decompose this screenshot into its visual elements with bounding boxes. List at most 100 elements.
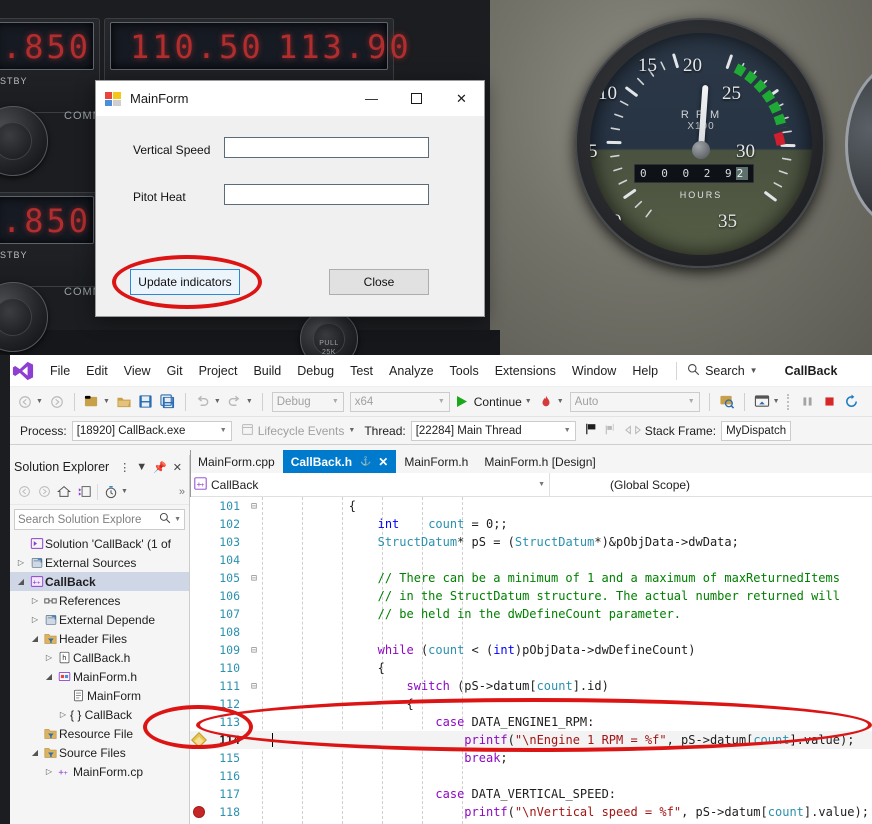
menu-item-extensions[interactable]: Extensions [487, 355, 564, 387]
solution-configuration-combo[interactable]: Debug ▼ [272, 392, 344, 412]
collapse-region-icon[interactable]: ⊟ [246, 573, 262, 584]
pending-changes-clock-icon[interactable] [101, 482, 121, 502]
stack-frame-combo[interactable]: MyDispatchP [721, 421, 791, 441]
flag-group-icon[interactable] [604, 422, 618, 439]
collapse-region-icon[interactable]: ⊟ [246, 501, 262, 512]
navbar-member-combo[interactable]: (Global Scope) [550, 473, 872, 497]
solution-view-icon[interactable] [74, 482, 94, 502]
collapse-region-icon[interactable]: ⊟ [246, 645, 262, 656]
window-layout-dropdown-icon[interactable]: ▼ [773, 398, 780, 405]
navigate-forward-icon[interactable] [46, 391, 68, 413]
se-clock-dropdown-icon[interactable]: ▼ [121, 488, 128, 495]
navigate-backward-dropdown-icon[interactable]: ▼ [36, 398, 43, 405]
breakpoint-gutter[interactable] [190, 659, 212, 677]
stop-debugging-icon[interactable] [819, 391, 841, 413]
solution-tree-item[interactable]: ▷External Sources [10, 553, 189, 572]
breakpoint-icon[interactable] [193, 806, 205, 818]
solution-tree-item[interactable]: ▷++MainForm.cp [10, 762, 189, 781]
breakpoint-gutter[interactable] [190, 785, 212, 803]
code-lines-container[interactable]: 101⊟ {102 int count = 0;;103 StructDatum… [190, 497, 872, 824]
breakpoint-gutter[interactable] [190, 731, 212, 749]
chevron-right-icon[interactable]: ▷ [42, 653, 56, 662]
code-line[interactable]: 104 [190, 551, 872, 569]
se-overflow-icon[interactable]: » [179, 486, 185, 498]
save-all-icon[interactable] [157, 391, 179, 413]
restart-debugging-icon[interactable] [841, 391, 863, 413]
chevron-down-icon[interactable]: ◢ [28, 748, 42, 757]
breakpoint-gutter[interactable] [190, 605, 212, 623]
code-line[interactable]: 102 int count = 0;; [190, 515, 872, 533]
lifecycle-dropdown-icon[interactable]: ▼ [348, 427, 355, 434]
close-button[interactable]: ✕ [439, 81, 484, 116]
breakpoint-gutter[interactable] [190, 623, 212, 641]
solution-tree-item[interactable]: ◢Header Files [10, 629, 189, 648]
breakpoint-gutter[interactable] [190, 803, 212, 821]
editor-tab[interactable]: MainForm.cpp [190, 450, 283, 473]
code-line[interactable]: 107 // be held in the dwDefineCount para… [190, 605, 872, 623]
solution-tree-item[interactable]: ▷hCallBack.h [10, 648, 189, 667]
chevron-down-icon[interactable]: ▼ [174, 516, 181, 523]
menu-item-build[interactable]: Build [245, 355, 289, 387]
editor-tab[interactable]: CallBack.h⚓✕ [283, 450, 397, 473]
chevron-right-icon[interactable]: ▷ [14, 558, 28, 567]
breakpoint-gutter[interactable] [190, 677, 212, 695]
pin-icon[interactable]: ⚓ [360, 456, 371, 467]
close-panel-icon[interactable]: ✕ [170, 461, 185, 474]
breakpoint-gutter[interactable] [190, 749, 212, 767]
chevron-down-icon[interactable]: ◢ [14, 577, 28, 586]
attach-to-process-icon[interactable] [716, 391, 738, 413]
undo-dropdown-icon[interactable]: ▼ [214, 398, 221, 405]
save-file-icon[interactable] [135, 391, 157, 413]
menu-item-analyze[interactable]: Analyze [381, 355, 441, 387]
menu-item-project[interactable]: Project [191, 355, 246, 387]
breakpoint-gutter[interactable] [190, 713, 212, 731]
open-file-icon[interactable] [113, 391, 135, 413]
code-line[interactable]: 105⊟ // There can be a minimum of 1 and … [190, 569, 872, 587]
breakpoint-gutter[interactable] [190, 497, 212, 515]
code-line[interactable]: 101⊟ { [190, 497, 872, 515]
menu-item-test[interactable]: Test [342, 355, 381, 387]
code-line[interactable]: 111⊟ switch (pS->datum[count].id) [190, 677, 872, 695]
hot-reload-dropdown-icon[interactable]: ▼ [557, 398, 564, 405]
navigate-backward-icon[interactable] [14, 391, 36, 413]
solution-tree-item[interactable]: ◢++CallBack [10, 572, 189, 591]
back-icon[interactable] [14, 482, 34, 502]
breakpoint-gutter[interactable] [190, 551, 212, 569]
menu-item-view[interactable]: View [116, 355, 159, 387]
chevron-down-icon[interactable]: ◢ [42, 672, 56, 681]
continue-dropdown-icon[interactable]: ▼ [525, 398, 532, 405]
breakpoint-gutter[interactable] [190, 641, 212, 659]
solution-tree-item[interactable]: Solution 'CallBack' (1 of [10, 534, 189, 553]
chevron-right-icon[interactable]: ▷ [42, 767, 56, 776]
code-line[interactable]: 118 printf("\nVertical speed = %f", pS->… [190, 803, 872, 821]
code-line[interactable]: 113 case DATA_ENGINE1_RPM: [190, 713, 872, 731]
solution-tree-item[interactable]: MainForm [10, 686, 189, 705]
code-line[interactable]: 110 { [190, 659, 872, 677]
editor-tab[interactable]: MainForm.h [396, 450, 476, 473]
thread-switch-icon[interactable] [625, 424, 641, 438]
code-line[interactable]: 116 [190, 767, 872, 785]
menu-item-edit[interactable]: Edit [78, 355, 116, 387]
forward-icon[interactable] [34, 482, 54, 502]
code-line[interactable]: 106 // in the StructDatum structure. The… [190, 587, 872, 605]
vertical-speed-input[interactable] [224, 137, 429, 158]
code-line[interactable]: 114 printf("\nEngine 1 RPM = %f", pS->da… [190, 731, 872, 749]
solution-tree-item[interactable]: ▷External Depende [10, 610, 189, 629]
hot-reload-icon[interactable] [535, 391, 557, 413]
breakpoint-gutter[interactable] [190, 569, 212, 587]
pin-icon[interactable]: 📌 [150, 461, 170, 474]
redo-dropdown-icon[interactable]: ▼ [246, 398, 253, 405]
mainform-dialog[interactable]: MainForm — ✕ Vertical Speed Pitot Heat U… [95, 80, 485, 317]
menu-item-help[interactable]: Help [624, 355, 666, 387]
solution-tree-item[interactable]: Resource File [10, 724, 189, 743]
solution-platform-combo[interactable]: x64 ▼ [350, 392, 450, 412]
minimize-button[interactable]: — [349, 81, 394, 116]
breakpoint-gutter[interactable] [190, 695, 212, 713]
debug-target-combo[interactable]: Auto ▼ [570, 392, 700, 412]
close-tab-icon[interactable]: ✕ [378, 455, 388, 469]
window-menu-chevron-icon[interactable]: ▼ [133, 461, 150, 473]
pitot-heat-input[interactable] [224, 184, 429, 205]
process-combo[interactable]: [18920] CallBack.exe ▼ [72, 421, 232, 441]
editor-tab[interactable]: MainForm.h [Design] [476, 450, 603, 473]
menu-item-debug[interactable]: Debug [289, 355, 342, 387]
